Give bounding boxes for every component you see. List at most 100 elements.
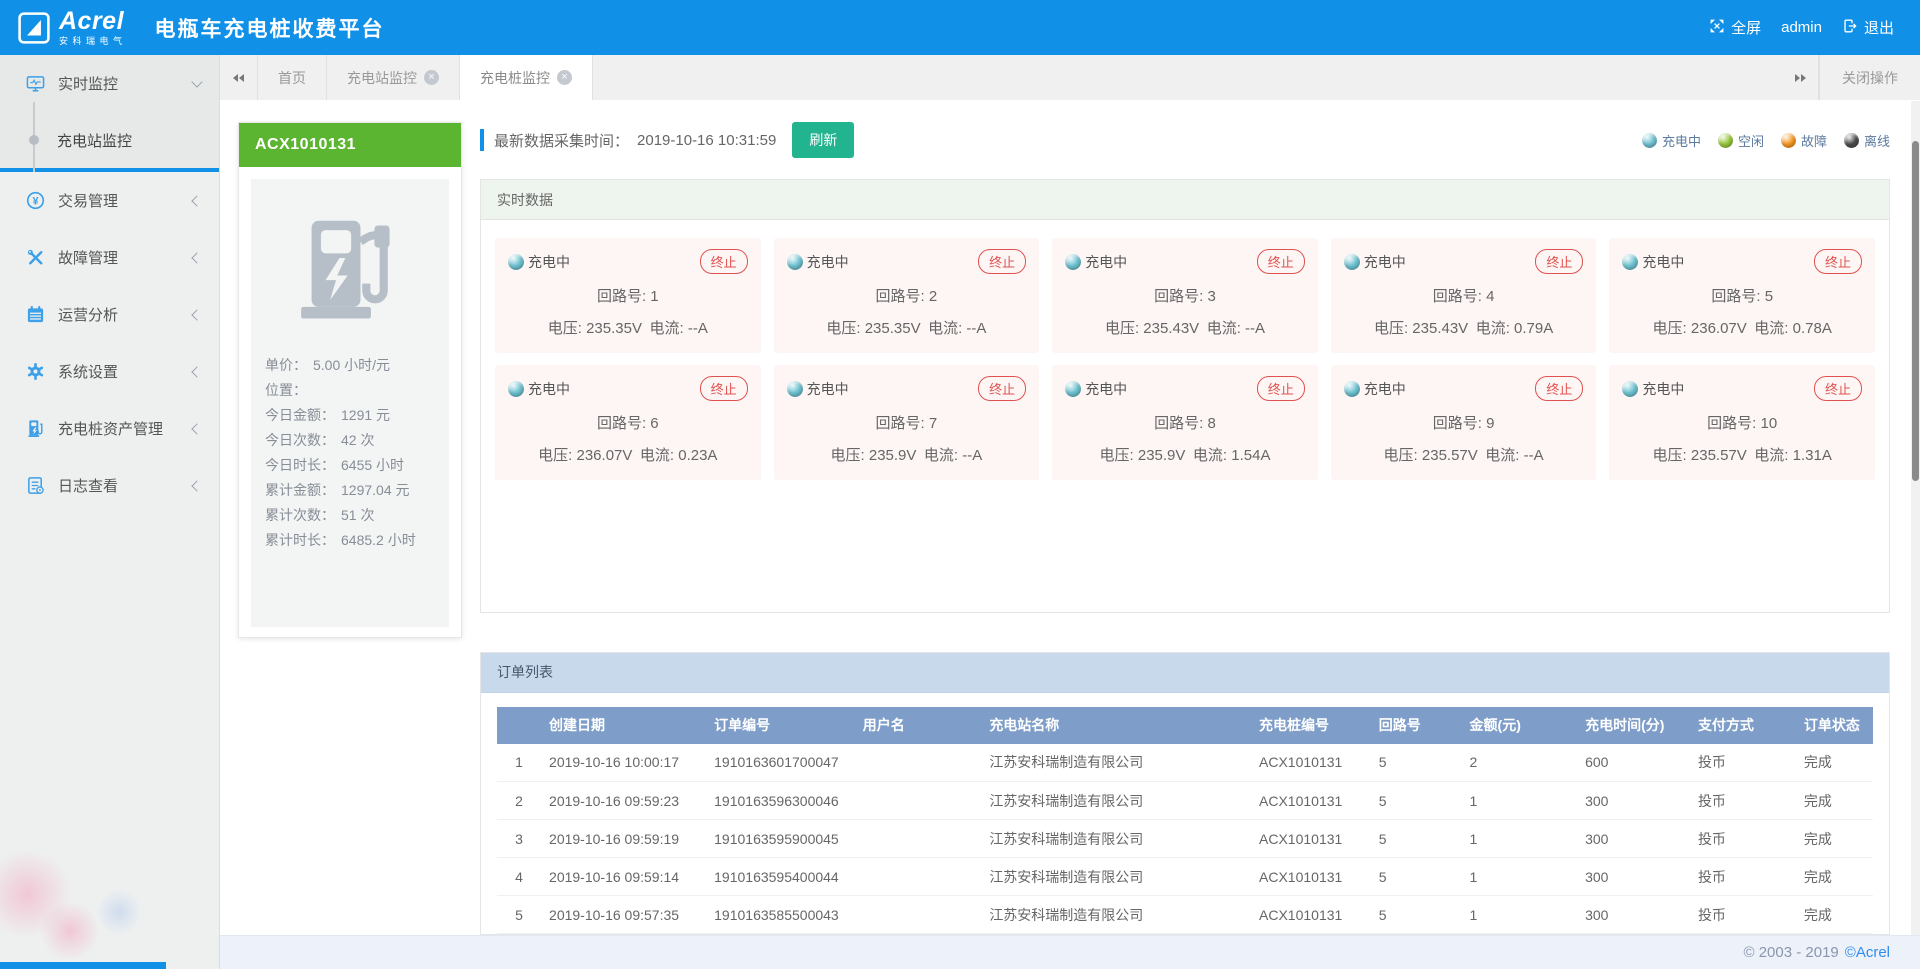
- terminate-button[interactable]: 终止: [1814, 376, 1862, 401]
- terminate-button[interactable]: 终止: [978, 249, 1026, 274]
- order-cell: 投币: [1690, 820, 1796, 858]
- order-cell: 300: [1577, 858, 1690, 896]
- circuit-card-top: 充电中 终止: [1065, 376, 1305, 401]
- content: ACX1010131: [220, 100, 1920, 935]
- current-value: --A: [962, 447, 982, 464]
- orders-col-订单编号: 订单编号: [706, 707, 855, 744]
- refresh-button[interactable]: 刷新: [792, 122, 854, 158]
- circuit-number-line: 回路号: 2: [787, 285, 1027, 306]
- orders-table-header: 创建日期订单编号用户名充电站名称充电桩编号回路号金额(元)充电时间(分)支付方式…: [497, 707, 1873, 744]
- page-title: 电瓶车充电桩收费平台: [155, 13, 385, 43]
- terminate-button[interactable]: 终止: [1257, 249, 1305, 274]
- stat-label: 单价：: [265, 357, 307, 373]
- right-column: 最新数据采集时间： 2019-10-16 10:31:59 刷新 充电中空闲故障…: [480, 113, 1890, 935]
- circuit-cards-grid: 充电中终止回路号: 1电压: 235.35V 电流: --A充电中终止回路号: …: [495, 238, 1875, 480]
- circuit-number-line: 回路号: 6: [508, 412, 748, 433]
- circuit-number-line: 回路号: 5: [1622, 285, 1862, 306]
- chevron-down-icon: [191, 76, 202, 87]
- tab-首页[interactable]: 首页: [258, 55, 327, 100]
- circuit-status-label: 充电中: [528, 252, 570, 272]
- sidebar-subitem-充电站监控[interactable]: 充电站监控: [0, 112, 219, 168]
- sidebar-item-故障管理[interactable]: 故障管理: [0, 229, 219, 286]
- stat-row: 单价：5.00 小时/元: [265, 353, 435, 378]
- footer: © 2003 - 2019 ©Acrel: [220, 935, 1920, 969]
- charging-pile-icon: [25, 419, 45, 439]
- vertical-scrollbar[interactable]: [1911, 101, 1920, 935]
- circuit-card: 充电中终止回路号: 9电压: 235.57V 电流: --A: [1331, 365, 1597, 480]
- charging-status-icon: [1065, 381, 1081, 397]
- circuit-card: 充电中终止回路号: 8电压: 235.9V 电流: 1.54A: [1052, 365, 1318, 480]
- logout-button[interactable]: 退出: [1842, 17, 1894, 38]
- order-cell: 投币: [1690, 744, 1796, 782]
- terminate-button[interactable]: 终止: [700, 376, 748, 401]
- tabs-scroll-left-icon[interactable]: [220, 55, 258, 100]
- tab-close-icon[interactable]: ×: [424, 70, 439, 85]
- sidebar-item-label: 实时监控: [58, 73, 118, 94]
- order-cell: [855, 820, 982, 858]
- order-cell: 江苏安科瑞制造有限公司: [981, 782, 1251, 820]
- caption-accent-bar: [480, 129, 484, 151]
- sidebar-item-label: 充电桩资产管理: [58, 418, 163, 439]
- circuit-card: 充电中终止回路号: 2电压: 235.35V 电流: --A: [774, 238, 1040, 353]
- brand-link[interactable]: ©Acrel: [1845, 944, 1890, 961]
- tab-close-icon[interactable]: ×: [557, 70, 572, 85]
- terminate-button[interactable]: 终止: [1814, 249, 1862, 274]
- voltage-label: 电压:: [1653, 320, 1691, 337]
- tabs-scroll-right-icon[interactable]: [1781, 55, 1819, 100]
- circuit-measure-line: 电压: 235.35V 电流: --A: [787, 317, 1027, 338]
- table-row: 12019-10-16 10:00:171910163601700047江苏安科…: [497, 744, 1873, 782]
- acrel-logo-icon: [18, 12, 50, 44]
- circuit-status-label: 充电中: [1085, 379, 1127, 399]
- terminate-button[interactable]: 终止: [1535, 249, 1583, 274]
- circuit-measure-line: 电压: 235.43V 电流: 0.79A: [1344, 317, 1584, 338]
- table-row: 52019-10-16 09:57:351910163585500043江苏安科…: [497, 896, 1873, 934]
- order-cell: 2019-10-16 09:59:23: [541, 782, 706, 820]
- logo-subtitle: 安科瑞电气: [59, 37, 127, 46]
- order-cell: [855, 744, 982, 782]
- fullscreen-button[interactable]: 全屏: [1709, 17, 1761, 38]
- tab-充电桩监控[interactable]: 充电桩监控×: [460, 55, 593, 100]
- circuit-number-line: 回路号: 3: [1065, 285, 1305, 306]
- charging-status-icon: [1344, 381, 1360, 397]
- copyright-text: © 2003 - 2019: [1743, 944, 1838, 961]
- order-cell: 完成: [1796, 744, 1873, 782]
- circuit-number-value: 5: [1765, 288, 1773, 305]
- circuit-number-value: 10: [1761, 415, 1778, 432]
- order-cell: ACX1010131: [1251, 744, 1371, 782]
- transaction-icon: ¥: [25, 191, 45, 211]
- sidebar-item-交易管理[interactable]: ¥交易管理: [0, 172, 219, 229]
- stat-label: 今日金额：: [265, 407, 335, 423]
- order-cell: 300: [1577, 896, 1690, 934]
- voltage-label: 电压:: [826, 320, 864, 337]
- sidebar-item-日志查看[interactable]: 日志查看: [0, 457, 219, 514]
- legend-label: 充电中: [1662, 131, 1701, 150]
- sidebar-item-系统设置[interactable]: 系统设置: [0, 343, 219, 400]
- circuit-number-label: 回路号:: [876, 288, 929, 305]
- charging-status-icon: [1622, 381, 1638, 397]
- circuit-number-value: 3: [1207, 288, 1215, 305]
- tab-充电站监控[interactable]: 充电站监控×: [327, 55, 460, 100]
- order-cell: ACX1010131: [1251, 858, 1371, 896]
- circuit-number-line: 回路号: 8: [1065, 412, 1305, 433]
- scrollbar-thumb[interactable]: [1912, 141, 1919, 481]
- terminate-button[interactable]: 终止: [700, 249, 748, 274]
- terminate-button[interactable]: 终止: [1535, 376, 1583, 401]
- current-value: 0.78A: [1793, 320, 1832, 337]
- terminate-button[interactable]: 终止: [978, 376, 1026, 401]
- orders-col-金额(元): 金额(元): [1462, 707, 1578, 744]
- legend-item-充电中: 充电中: [1642, 131, 1701, 150]
- order-cell: 5: [1371, 782, 1462, 820]
- sidebar-item-运营分析[interactable]: 运营分析: [0, 286, 219, 343]
- circuit-status-label: 充电中: [807, 379, 849, 399]
- terminate-button[interactable]: 终止: [1257, 376, 1305, 401]
- circuit-card-top: 充电中 终止: [508, 249, 748, 274]
- orders-col-支付方式: 支付方式: [1690, 707, 1796, 744]
- order-cell: 5: [1371, 858, 1462, 896]
- close-operations-button[interactable]: 关闭操作: [1819, 55, 1920, 100]
- user-menu[interactable]: admin: [1781, 19, 1822, 36]
- table-row: 22019-10-16 09:59:231910163596300046江苏安科…: [497, 782, 1873, 820]
- sidebar-item-充电桩资产管理[interactable]: 充电桩资产管理: [0, 400, 219, 457]
- stat-value: 1291 元: [341, 407, 390, 423]
- circuit-measure-line: 电压: 235.57V 电流: 1.31A: [1622, 444, 1862, 465]
- collect-time-label: 最新数据采集时间：: [494, 130, 629, 151]
